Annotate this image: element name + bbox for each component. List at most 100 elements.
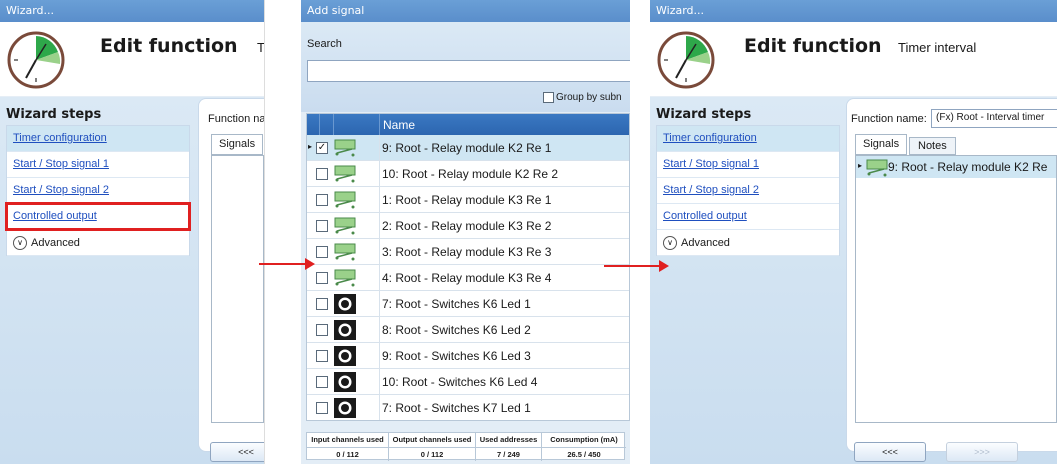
table-row[interactable]: 1: Root - Relay module K3 Re 1 [307, 187, 629, 213]
row-label: 7: Root - Switches K7 Led 1 [382, 401, 531, 415]
signals-rows: ▸ ✓ 9: Root - Relay module K2 Re 1 10: Root… [307, 135, 629, 420]
table-row[interactable]: 9: Root - Switches K6 Led 3 [307, 343, 629, 369]
left-advanced-toggle[interactable]: ∨ Advanced [7, 230, 189, 256]
relay-icon [334, 269, 356, 288]
row-checkbox[interactable] [316, 246, 328, 258]
add-signal-search-area: Search Group by subn [301, 22, 630, 112]
left-step-start-stop-signal-1[interactable]: Start / Stop signal 1 [7, 152, 189, 178]
timer-clock-icon [657, 31, 715, 89]
left-signals-list[interactable] [211, 155, 264, 423]
search-input[interactable] [307, 60, 630, 82]
switch-led-icon [334, 372, 356, 392]
row-checkbox[interactable]: ✓ [316, 142, 328, 154]
left-steps-list: Timer configuration Start / Stop signal … [5, 125, 191, 256]
relay-icon [334, 217, 356, 236]
switch-led-icon [334, 294, 356, 314]
usage-stats: Input channels used 0 / 112 Output channe… [306, 432, 626, 461]
row-label: 10: Root - Switches K6 Led 4 [382, 375, 538, 389]
red-arrow-2 [604, 260, 669, 272]
column-name-header[interactable]: Name [383, 118, 415, 132]
right-advanced-toggle[interactable]: ∨ Advanced [657, 230, 839, 256]
function-name-field[interactable]: (Fx) Root - Interval timer [931, 109, 1057, 128]
chevron-down-icon: ∨ [13, 235, 27, 250]
row-label: 3: Root - Relay module K3 Re 3 [382, 245, 552, 259]
right-tab-signals[interactable]: Signals [855, 134, 908, 155]
table-row[interactable]: 10: Root - Relay module K2 Re 2 [307, 161, 629, 187]
stat-value-input: 0 / 112 [307, 447, 388, 461]
right-step-start-stop-signal-2[interactable]: Start / Stop signal 2 [657, 178, 839, 204]
left-step-timer-configuration[interactable]: Timer configuration [7, 126, 189, 152]
right-window-title: Wizard... [650, 0, 1057, 22]
left-body: Wizard steps Timer configuration Start /… [0, 97, 264, 464]
right-next-button[interactable]: >>> [946, 442, 1018, 462]
right-function-name-label: Function name: [851, 113, 927, 125]
table-row[interactable]: 10: Root - Switches K6 Led 4 [307, 369, 629, 395]
relay-icon [334, 139, 356, 158]
chevron-down-icon: ∨ [663, 235, 677, 250]
right-steps-list: Timer configuration Start / Stop signal … [656, 125, 840, 256]
row-label: 10: Root - Relay module K2 Re 2 [382, 167, 559, 181]
search-label: Search [307, 38, 342, 50]
right-step-timer-configuration[interactable]: Timer configuration [657, 126, 839, 152]
right-step-controlled-output[interactable]: Controlled output [657, 204, 839, 230]
table-row[interactable]: 7: Root - Switches K7 Led 1 [307, 395, 629, 420]
signals-table: Name ▸ ✓ 9: Root - Relay module K2 Re 1 10:… [306, 113, 630, 421]
row-checkbox[interactable] [316, 350, 328, 362]
row-checkbox[interactable] [316, 402, 328, 414]
switch-led-icon [334, 346, 356, 366]
table-row[interactable]: 7: Root - Switches K6 Led 1 [307, 291, 629, 317]
right-body: Wizard steps Timer configuration Start /… [650, 97, 1057, 464]
switch-led-icon [334, 398, 356, 418]
row-label: 9: Root - Relay module K2 Re 1 [382, 141, 552, 155]
table-row[interactable]: ▸ ✓ 9: Root - Relay module K2 Re 1 [307, 135, 629, 161]
left-header-title: Edit function [100, 35, 238, 57]
switch-led-icon [334, 320, 356, 340]
relay-icon [866, 159, 888, 178]
row-checkbox[interactable] [316, 298, 328, 310]
signal-item-label: 9: Root - Relay module K2 Re [888, 160, 1048, 174]
stat-value-output: 0 / 112 [389, 447, 475, 461]
right-signals-list[interactable]: ▸ 9: Root - Relay module K2 Re [855, 155, 1057, 423]
right-function-area: Function name: (Fx) Root - Interval time… [846, 97, 1057, 464]
table-row[interactable]: 4: Root - Relay module K3 Re 4 [307, 265, 629, 291]
group-by-checkbox[interactable]: Group by subn [543, 92, 622, 103]
right-tab-notes[interactable]: Notes [909, 137, 956, 155]
stat-value-consumption: 26.5 / 450 [542, 447, 626, 461]
list-item[interactable]: ▸ 9: Root - Relay module K2 Re [856, 156, 1056, 178]
row-checkbox[interactable] [316, 194, 328, 206]
row-pointer-icon: ▸ [308, 142, 313, 151]
row-checkbox[interactable] [316, 376, 328, 388]
left-step-controlled-output[interactable]: Controlled output [5, 202, 191, 231]
row-checkbox[interactable] [316, 220, 328, 232]
left-step-start-stop-signal-2[interactable]: Start / Stop signal 2 [7, 178, 189, 204]
right-advanced-label: Advanced [681, 236, 730, 249]
timer-clock-icon [7, 31, 65, 89]
table-row[interactable]: 2: Root - Relay module K3 Re 2 [307, 213, 629, 239]
left-header: Edit function T [0, 22, 264, 97]
left-back-button[interactable]: <<< [210, 442, 264, 462]
right-function-box: Function name: (Fx) Root - Interval time… [846, 98, 1057, 452]
table-row[interactable]: 8: Root - Switches K6 Led 2 [307, 317, 629, 343]
row-checkbox[interactable] [316, 272, 328, 284]
stat-value-addresses: 7 / 249 [476, 447, 541, 461]
right-step-start-stop-signal-1[interactable]: Start / Stop signal 1 [657, 152, 839, 178]
table-row[interactable]: 3: Root - Relay module K3 Re 3 [307, 239, 629, 265]
right-steps-title: Wizard steps [656, 107, 752, 122]
left-advanced-label: Advanced [31, 236, 80, 249]
stat-header-input: Input channels used [311, 435, 384, 444]
left-function-name-label: Function na [208, 113, 265, 125]
stat-header-output: Output channels used [392, 435, 472, 444]
left-function-box: Function na Signals [198, 98, 264, 452]
row-checkbox[interactable] [316, 168, 328, 180]
row-pointer-icon: ▸ [858, 161, 863, 170]
relay-icon [334, 165, 356, 184]
red-arrow-1 [259, 258, 315, 270]
row-label: 7: Root - Switches K6 Led 1 [382, 297, 531, 311]
relay-icon [334, 243, 356, 262]
add-signal-window-title: Add signal [301, 0, 630, 22]
row-checkbox[interactable] [316, 324, 328, 336]
left-tab-signals[interactable]: Signals [211, 134, 264, 155]
row-label: 8: Root - Switches K6 Led 2 [382, 323, 531, 337]
left-steps-title: Wizard steps [6, 107, 102, 122]
right-back-button[interactable]: <<< [854, 442, 926, 462]
